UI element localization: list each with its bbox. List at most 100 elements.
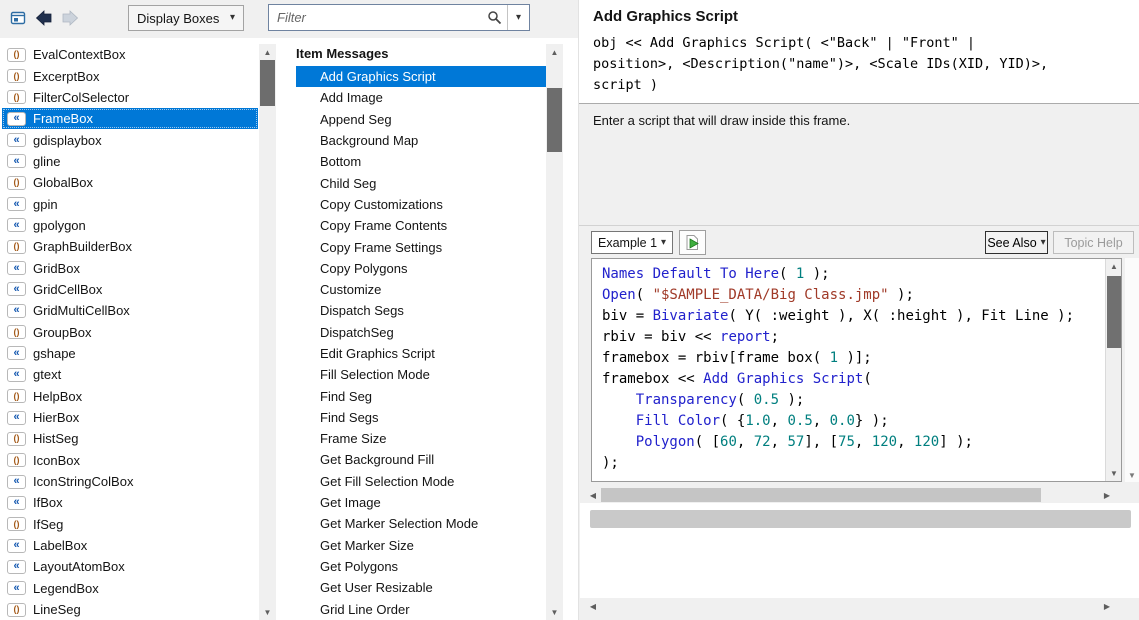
item-message-row[interactable]: Add Image	[296, 87, 546, 108]
item-message-row[interactable]: Get User Resizable	[296, 577, 546, 598]
category-dropdown[interactable]: Display Boxes ▾	[128, 5, 244, 31]
scroll-down-icon[interactable]: ▼	[1106, 466, 1122, 481]
display-box-item[interactable]: ()GraphBuilderBox	[2, 236, 258, 257]
item-message-row[interactable]: Copy Frame Contents	[296, 215, 546, 236]
code-line: Polygon( [60, 72, 57], [75, 120, 120] );	[602, 432, 1105, 453]
item-message-row[interactable]: Grid Line Order	[296, 598, 546, 619]
scroll-up-icon[interactable]: ▲	[546, 44, 563, 60]
message-box-icon: «	[7, 218, 26, 232]
display-box-item[interactable]: ()HelpBox	[2, 386, 258, 407]
display-box-item[interactable]: ()EvalContextBox	[2, 44, 258, 65]
scroll-right-icon[interactable]: ▶	[1099, 598, 1115, 614]
item-message-row[interactable]: Get Fill Selection Mode	[296, 471, 546, 492]
item-message-row[interactable]: Dispatch Segs	[296, 300, 546, 321]
item-message-label: Find Segs	[320, 410, 379, 425]
item-message-row[interactable]: Fill Selection Mode	[296, 364, 546, 385]
filter-input[interactable]	[269, 10, 481, 25]
forward-button[interactable]	[58, 6, 82, 30]
display-box-list-scrollbar[interactable]: ▲ ▼	[259, 44, 276, 620]
display-box-item[interactable]: «gpolygon	[2, 215, 258, 236]
display-box-item[interactable]: ()HistSeg	[2, 428, 258, 449]
item-message-label: Customize	[320, 282, 381, 297]
display-box-item[interactable]: «gline	[2, 151, 258, 172]
display-box-item[interactable]: ()IfSeg	[2, 514, 258, 535]
display-box-item[interactable]: «LabelBox	[2, 535, 258, 556]
item-message-row[interactable]: Copy Frame Settings	[296, 236, 546, 257]
topic-help-button[interactable]: Topic Help	[1053, 231, 1134, 254]
see-also-label: See Also	[987, 236, 1036, 250]
scrollbar-thumb[interactable]	[601, 488, 1041, 502]
display-box-item[interactable]: «IconStringColBox	[2, 471, 258, 492]
output-horizontal-scrollbar[interactable]: ◀ ▶	[585, 598, 1115, 614]
scroll-right-icon[interactable]: ▶	[1099, 487, 1115, 503]
scroll-down-icon[interactable]: ▼	[546, 604, 563, 620]
item-message-row[interactable]: Get Background Fill	[296, 449, 546, 470]
item-message-row[interactable]: Get Image	[296, 492, 546, 513]
item-message-row[interactable]: Bottom	[296, 151, 546, 172]
display-box-item[interactable]: «gshape	[2, 343, 258, 364]
item-message-row[interactable]: Background Map	[296, 130, 546, 151]
item-message-row[interactable]: Copy Polygons	[296, 258, 546, 279]
function-box-icon: ()	[7, 90, 26, 104]
scrollbar-thumb[interactable]	[260, 60, 275, 106]
item-message-row[interactable]: Customize	[296, 279, 546, 300]
item-messages-scrollbar[interactable]: ▲ ▼	[546, 44, 563, 620]
scroll-left-icon[interactable]: ◀	[585, 487, 601, 503]
code-text[interactable]: Names Default To Here( 1 );Open( "$SAMPL…	[592, 259, 1105, 481]
display-box-item[interactable]: «gdisplaybox	[2, 129, 258, 150]
display-box-item[interactable]: ()LineSeg	[2, 599, 258, 620]
item-message-row[interactable]: DispatchSeg	[296, 322, 546, 343]
display-box-item[interactable]: «LegendBox	[2, 578, 258, 599]
display-box-item[interactable]: ()GroupBox	[2, 321, 258, 342]
scroll-left-icon[interactable]: ◀	[585, 598, 601, 614]
example-dropdown[interactable]: Example 1 ▾	[591, 231, 673, 254]
display-box-item[interactable]: «LayoutAtomBox	[2, 556, 258, 577]
item-message-row[interactable]: Find Seg	[296, 385, 546, 406]
item-message-row[interactable]: Add Graphics Script	[296, 66, 546, 87]
message-box-icon: «	[7, 539, 26, 553]
item-message-row[interactable]: Get Polygons	[296, 556, 546, 577]
scroll-up-icon[interactable]: ▲	[259, 44, 276, 60]
item-message-row[interactable]: Copy Customizations	[296, 194, 546, 215]
filter-dropdown-button[interactable]: ▾	[507, 5, 529, 30]
chevron-down-icon: ▾	[516, 13, 521, 23]
scrollbar-thumb[interactable]	[1107, 276, 1121, 348]
message-box-icon: «	[7, 304, 26, 318]
display-box-item[interactable]: «gpin	[2, 193, 258, 214]
item-message-row[interactable]: Get Marker Size	[296, 535, 546, 556]
run-example-button[interactable]	[679, 230, 706, 255]
chevron-down-icon: ▾	[1041, 238, 1046, 248]
display-box-label: HelpBox	[33, 389, 82, 404]
scroll-up-icon[interactable]: ▲	[1106, 259, 1122, 274]
code-horizontal-scrollbar[interactable]: ◀ ▶	[585, 487, 1115, 503]
item-message-row[interactable]: Get Marker Selection Mode	[296, 513, 546, 534]
display-box-item[interactable]: «GridCellBox	[2, 279, 258, 300]
code-vertical-scrollbar[interactable]: ▲ ▼	[1105, 259, 1121, 481]
display-box-item[interactable]: ()GlobalBox	[2, 172, 258, 193]
display-box-item[interactable]: «gtext	[2, 364, 258, 385]
scrollbar-thumb[interactable]	[547, 88, 562, 152]
home-button[interactable]	[6, 6, 30, 30]
display-box-item[interactable]: «GridBox	[2, 257, 258, 278]
display-box-item[interactable]: ()ExcerptBox	[2, 65, 258, 86]
display-box-item[interactable]: ()IconBox	[2, 450, 258, 471]
scroll-down-icon[interactable]: ▼	[1125, 471, 1139, 480]
item-message-row[interactable]: Frame Size	[296, 428, 546, 449]
message-box-icon: «	[7, 411, 26, 425]
pane-divider-bar[interactable]	[590, 510, 1131, 528]
item-message-row[interactable]: Find Segs	[296, 407, 546, 428]
display-box-item[interactable]: «IfBox	[2, 492, 258, 513]
scroll-down-icon[interactable]: ▼	[259, 604, 276, 620]
display-box-item[interactable]: «FrameBox	[2, 108, 258, 129]
display-box-item[interactable]: ()FilterColSelector	[2, 87, 258, 108]
example-code-editor[interactable]: Names Default To Here( 1 );Open( "$SAMPL…	[591, 258, 1122, 482]
item-message-row[interactable]: Append Seg	[296, 109, 546, 130]
code-line: Names Default To Here( 1 );	[602, 264, 1105, 285]
display-box-item[interactable]: «HierBox	[2, 407, 258, 428]
item-message-row[interactable]: Child Seg	[296, 172, 546, 193]
back-button[interactable]	[32, 6, 56, 30]
detail-scrollbar[interactable]: ▼	[1125, 258, 1139, 482]
item-message-row[interactable]: Edit Graphics Script	[296, 343, 546, 364]
display-box-item[interactable]: «GridMultiCellBox	[2, 300, 258, 321]
see-also-button[interactable]: See Also ▾	[985, 231, 1048, 254]
